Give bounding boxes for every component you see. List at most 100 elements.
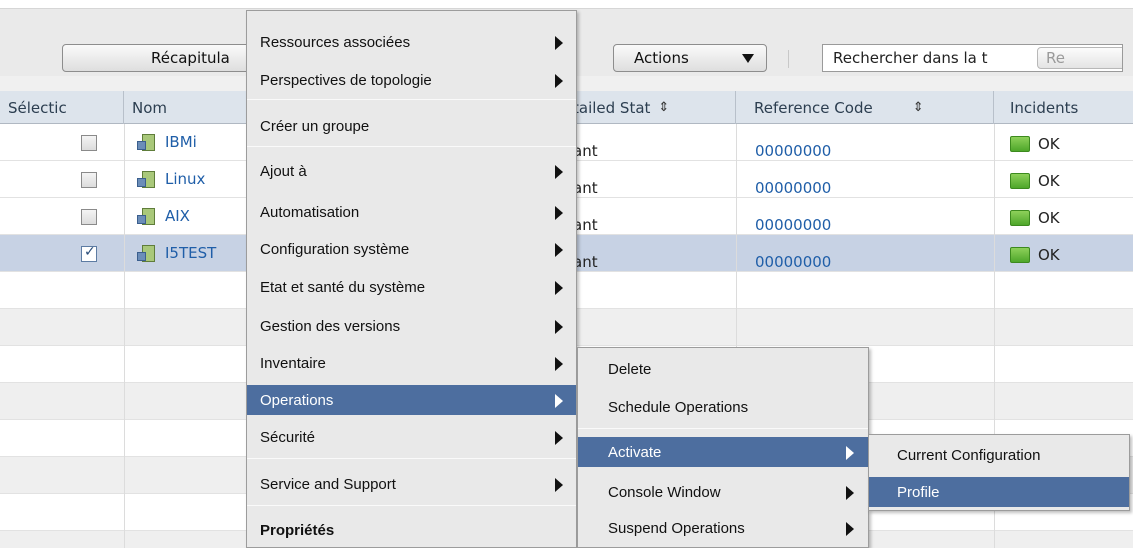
column-header-name-label: Nom <box>132 98 168 117</box>
reference-code-link[interactable]: 00000000 <box>755 179 831 197</box>
column-header-detailed-status[interactable]: tailed Stat ⇕ <box>571 91 736 124</box>
incident-status: OK <box>1010 135 1060 153</box>
menu-item-security[interactable]: Sécurité <box>247 422 576 452</box>
system-name: AIX <box>165 207 190 225</box>
menu-item-label: Service and Support <box>260 475 396 493</box>
activate-submenu: Current Configuration Profile <box>868 434 1130 511</box>
submenu-arrow-icon <box>555 478 563 492</box>
menu-item-current-configuration[interactable]: Current Configuration <box>869 440 1129 470</box>
submenu-arrow-icon <box>555 36 563 50</box>
system-name-link[interactable]: Linux <box>137 170 205 188</box>
search-button-label: Re <box>1046 49 1065 67</box>
menu-item-version-management[interactable]: Gestion des versions <box>247 311 576 341</box>
column-header-select[interactable]: Sélectic <box>0 91 124 124</box>
reference-code-link[interactable]: 00000000 <box>755 142 831 160</box>
menu-item-label: Console Window <box>608 483 721 501</box>
menu-item-label: Gestion des versions <box>260 317 401 335</box>
system-name: IBMi <box>165 133 197 151</box>
sort-icon: ⇕ <box>912 100 924 115</box>
menu-item-label: Sécurité <box>260 428 316 446</box>
column-header-incidents[interactable]: Incidents <box>994 91 1133 124</box>
menu-item-label: Delete <box>608 360 652 378</box>
menu-item-activate[interactable]: Activate <box>578 437 868 467</box>
caret-down-icon <box>742 54 754 63</box>
menu-item-label: Configuration système <box>260 240 410 258</box>
menu-separator <box>247 458 576 459</box>
menu-item-system-configuration[interactable]: Configuration système <box>247 234 576 264</box>
menu-item-profile[interactable]: Profile <box>869 477 1129 507</box>
menu-item-suspend-operations[interactable]: Suspend Operations <box>578 513 868 543</box>
menu-item-label: Etat et santé du système <box>260 278 426 296</box>
system-name: I5TEST <box>165 244 217 262</box>
reference-code-link[interactable]: 00000000 <box>755 216 831 234</box>
incident-status-label: OK <box>1038 135 1060 153</box>
menu-item-properties[interactable]: Propriétés <box>247 515 576 545</box>
column-header-reference-code[interactable]: Reference Code ⇕ <box>736 91 994 124</box>
menu-item-console-window[interactable]: Console Window <box>578 477 868 507</box>
summary-button-label: Récapitula <box>151 49 230 67</box>
incident-status: OK <box>1010 172 1060 190</box>
system-icon <box>137 133 155 151</box>
system-name-link[interactable]: IBMi <box>137 133 197 151</box>
column-header-select-label: Sélectic <box>8 98 67 117</box>
status-ok-icon <box>1010 210 1030 226</box>
submenu-arrow-icon <box>555 165 563 179</box>
reference-code-link[interactable]: 00000000 <box>755 253 831 271</box>
submenu-arrow-icon <box>555 394 563 408</box>
menu-item-label: Perspectives de topologie <box>260 71 432 89</box>
menu-item-schedule-operations[interactable]: Schedule Operations <box>578 392 868 422</box>
menu-item-label: Ressources associées <box>260 33 411 51</box>
menu-item-label: Activate <box>608 443 662 461</box>
incident-status-label: OK <box>1038 172 1060 190</box>
menu-item-add-to[interactable]: Ajout à <box>247 156 576 186</box>
menu-separator <box>578 428 868 429</box>
menu-item-create-group[interactable]: Créer un groupe <box>247 111 576 141</box>
menu-item-label: Operations <box>260 391 334 409</box>
status-ok-icon <box>1010 173 1030 189</box>
menu-item-operations[interactable]: Operations <box>247 385 576 415</box>
search-button[interactable]: Re <box>1037 47 1122 69</box>
menu-item-inventory[interactable]: Inventaire <box>247 348 576 378</box>
sort-icon: ⇕ <box>658 100 670 115</box>
incident-status: OK <box>1010 246 1060 264</box>
column-header-reference-code-label: Reference Code <box>754 98 873 117</box>
submenu-arrow-icon <box>555 74 563 88</box>
menu-item-label: Automatisation <box>260 203 360 221</box>
submenu-arrow-icon <box>555 243 563 257</box>
system-icon <box>137 244 155 262</box>
menu-item-label: Profile <box>897 483 940 501</box>
submenu-arrow-icon <box>846 486 854 500</box>
menu-item-label: Propriétés <box>260 521 335 539</box>
menu-item-service-support[interactable]: Service and Support <box>247 469 576 499</box>
menu-separator <box>247 146 576 147</box>
submenu-arrow-icon <box>846 446 854 460</box>
menu-item-label: Schedule Operations <box>608 398 749 416</box>
menu-item-delete[interactable]: Delete <box>578 354 868 384</box>
column-divider <box>124 124 125 548</box>
menu-item-topology-perspectives[interactable]: Perspectives de topologie <box>247 65 576 95</box>
system-name: Linux <box>165 170 206 188</box>
context-menu: Ressources associées Perspectives de top… <box>246 10 577 548</box>
summary-button[interactable]: Récapitula <box>62 44 252 72</box>
toolbar-divider <box>788 50 789 68</box>
row-checkbox[interactable] <box>81 135 97 151</box>
menu-separator <box>247 505 576 506</box>
menu-item-label: Suspend Operations <box>608 519 745 537</box>
system-icon <box>137 207 155 225</box>
row-checkbox[interactable] <box>81 209 97 225</box>
column-header-incidents-label: Incidents <box>1010 98 1079 117</box>
system-name-link[interactable]: AIX <box>137 207 190 225</box>
submenu-arrow-icon <box>555 281 563 295</box>
submenu-arrow-icon <box>555 206 563 220</box>
submenu-arrow-icon <box>555 320 563 334</box>
row-checkbox[interactable] <box>81 172 97 188</box>
system-icon <box>137 170 155 188</box>
system-name-link[interactable]: I5TEST <box>137 244 216 262</box>
menu-item-label: Ajout à <box>260 162 307 180</box>
search-input[interactable]: Rechercher dans la t Re <box>822 44 1123 72</box>
menu-item-related-resources[interactable]: Ressources associées <box>247 27 576 57</box>
menu-item-automation[interactable]: Automatisation <box>247 197 576 227</box>
actions-dropdown[interactable]: Actions <box>613 44 767 72</box>
menu-item-system-health[interactable]: Etat et santé du système <box>247 272 576 302</box>
row-checkbox-checked[interactable] <box>81 244 97 262</box>
